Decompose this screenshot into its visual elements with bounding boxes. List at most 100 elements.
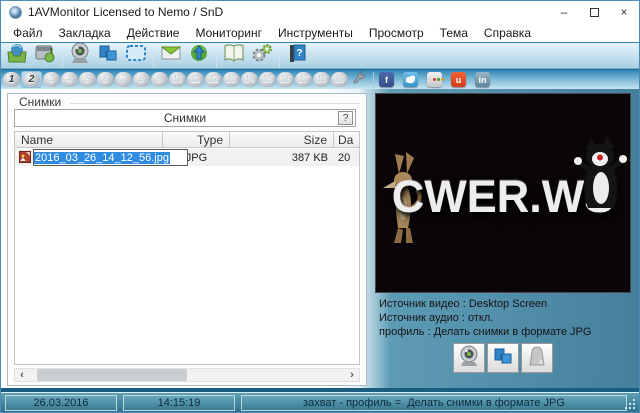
tab-1[interactable]: 1 [3,72,20,87]
list-help-button[interactable]: ? [338,111,353,125]
column-header-type[interactable]: Type [163,132,230,147]
menu-file[interactable]: Файл [5,26,51,40]
rename-edit-field[interactable]: 2016_03_26_14_12_56.jpg [33,149,188,166]
tab-10[interactable]: 10 [169,72,186,87]
minimize-button[interactable]: – [549,1,579,23]
dashed-region-icon [124,42,148,69]
sylvester-cartoon [574,132,628,219]
tab-18[interactable]: 18 [313,72,330,87]
google-dots-icon [433,78,436,81]
image-file-icon [19,151,31,166]
facebook-icon[interactable]: f [379,72,394,87]
help-book-icon: ? [285,42,309,69]
capture-buttons [453,343,553,373]
log-book-button[interactable] [220,44,248,68]
menu-action[interactable]: Действие [119,26,188,40]
snapshots-panel: Снимки Снимки ? Name Type Size Da 20 [7,93,367,386]
twitter-icon[interactable] [403,72,418,87]
tab-13[interactable]: 13 [223,72,240,87]
status-message: захват - профиль = Делать снимки в форма… [241,395,627,411]
tab-7[interactable]: 7 [115,72,132,87]
tab-2-selected[interactable]: 2 [21,71,42,88]
settings-button[interactable] [248,44,276,68]
media-library-button[interactable] [31,44,59,68]
snapshots-list-titlebar[interactable]: Снимки ? [14,109,356,127]
google-icon[interactable] [427,72,442,87]
tab-2[interactable]: 2 [23,72,40,87]
client-area: Снимки Снимки ? Name Type Size Da 20 [1,89,639,388]
audio-source-line: Источник аудио : откл. [379,311,591,325]
column-header-size[interactable]: Size [230,132,334,147]
title-bar: 1AVMonitor Licensed to Nemo / SnD – × [1,1,639,23]
help-button[interactable]: ? [283,44,311,68]
menu-tools[interactable]: Инструменты [270,26,361,40]
menu-bookmark[interactable]: Закладка [51,26,119,40]
linkedin-icon[interactable]: in [475,72,490,87]
tab-8[interactable]: 8 [133,72,150,87]
scroll-left-arrow[interactable]: ‹ [15,369,29,381]
scroll-right-arrow[interactable]: › [345,369,359,381]
toolbar-separator [279,45,280,67]
tab-15[interactable]: 15 [259,72,276,87]
tab-17[interactable]: 17 [295,72,312,87]
status-bar: 26.03.2016 14:15:19 захват - профиль = Д… [1,392,639,413]
video-preview: CWER.WS [375,93,631,293]
tab-12[interactable]: 12 [205,72,222,87]
tab-6[interactable]: 6 [97,72,114,87]
snapshots-group-label: Снимки [16,95,64,109]
file-list-header: Name Type Size Da [15,132,359,148]
menu-help[interactable]: Справка [476,26,539,40]
window-title: 1AVMonitor Licensed to Nemo / SnD [28,5,223,19]
status-time: 14:15:19 [123,395,235,411]
open-book-icon [222,42,246,69]
toolbar-separator [216,45,217,67]
maximize-button[interactable] [579,1,609,23]
tab-19[interactable]: 19 [331,72,348,87]
record-button-disabled[interactable] [521,343,553,373]
stumbleupon-icon[interactable]: u [451,72,466,87]
tab-9[interactable]: 9 [151,72,168,87]
svg-text:?: ? [296,48,302,59]
envelope-icon [159,42,183,69]
tab-settings-button[interactable] [349,68,369,92]
toolbar: ? [1,42,639,69]
filename-selected-text: 2016_03_26_14_12_56.jpg [34,152,170,164]
capture-info: Источник видео : Desktop Screen Источник… [379,297,591,339]
capture-region-button[interactable] [122,44,150,68]
tab-5[interactable]: 5 [79,72,96,87]
scrollbar-thumb[interactable] [37,369,187,381]
tab-14[interactable]: 14 [241,72,258,87]
tab-16[interactable]: 16 [277,72,294,87]
capture-tray-icon [5,42,29,69]
webcam-icon [68,42,92,69]
horizontal-scrollbar[interactable]: ‹ › [14,368,360,382]
file-size-cell: 387 KB [230,152,334,164]
table-row[interactable]: 2016_03_26_14_12_56.jpg JPG 387 KB 20 [15,149,359,166]
gears-icon [250,42,274,69]
send-email-button[interactable] [157,44,185,68]
record-disabled-icon [525,344,549,373]
tab-4[interactable]: 4 [61,72,78,87]
capture-tray-button[interactable] [3,44,31,68]
toolbar-separator [153,45,154,67]
menu-theme[interactable]: Тема [432,26,476,40]
web-upload-button[interactable] [185,44,213,68]
resize-grip[interactable] [633,407,635,409]
column-header-name[interactable]: Name [15,132,163,147]
take-snapshot-button[interactable] [94,44,122,68]
file-date-cell: 20 [334,152,359,164]
close-button[interactable]: × [609,1,639,23]
webcam-capture-button[interactable] [453,343,485,373]
menu-bar: Файл Закладка Действие Мониторинг Инстру… [1,23,639,42]
snapshots-list-title: Снимки [164,111,206,125]
menu-view[interactable]: Просмотр [361,26,432,40]
column-header-date[interactable]: Da [334,132,359,147]
tab-11[interactable]: 11 [187,72,204,87]
scrollbar-track[interactable] [29,369,345,381]
tab-3[interactable]: 3 [43,72,60,87]
strip-separator [373,72,374,88]
menu-monitoring[interactable]: Мониторинг [187,26,270,40]
monitor-tab-strip: 1 2 3 4 5 6 7 8 9 10 11 12 13 14 15 16 1… [1,69,639,89]
webcam-source-button[interactable] [66,44,94,68]
snapshot-button[interactable] [487,343,519,373]
